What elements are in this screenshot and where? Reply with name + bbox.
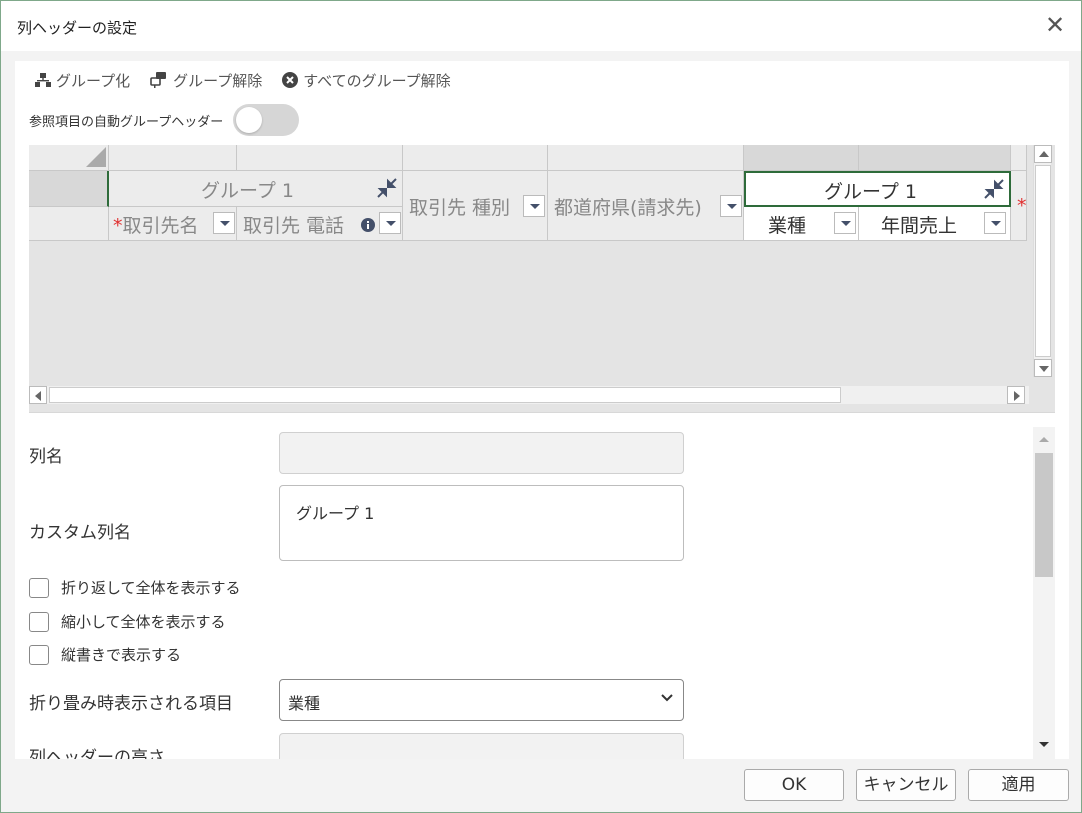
title-bar: 列ヘッダーの設定 ✕ [1, 1, 1081, 51]
scroll-left-button[interactable] [29, 386, 47, 404]
auto-group-label: 参照項目の自動グループヘッダー [29, 114, 224, 130]
column-header-account-phone[interactable]: 取引先 電話 [237, 207, 403, 241]
chevron-down-icon [661, 694, 673, 702]
ungroup-button[interactable]: グループ解除 [150, 70, 262, 91]
group-header-2-label: グループ 1 [824, 181, 917, 203]
clipped-row: 列ヘッダーの高さ [15, 733, 1033, 759]
close-button[interactable]: ✕ [1043, 13, 1067, 37]
column-header-account-name[interactable]: *取引先名 [109, 207, 237, 241]
apply-button[interactable]: 適用 [968, 769, 1069, 801]
wrap-label: 折り返して全体を表示する [61, 579, 241, 597]
header-height-field[interactable] [279, 733, 684, 759]
dialog-window: 列ヘッダーの設定 ✕ グループ化 グループ解除 すべてのグループ解除 参照項目の… [0, 0, 1082, 813]
column-name-label: 列名 [29, 447, 63, 467]
ungroup-all-label: すべてのグループ解除 [303, 71, 451, 90]
shrink-checkbox-row[interactable]: 縮小して全体を表示する [29, 611, 226, 632]
group-header-2-selected[interactable]: グループ 1 [744, 171, 1011, 207]
column-dropdown[interactable] [213, 212, 235, 234]
column-dropdown[interactable] [834, 212, 856, 234]
grid-vertical-scrollbar[interactable] [1033, 145, 1052, 377]
ungroup-label: グループ解除 [173, 71, 263, 90]
custom-name-label: カスタム列名 [29, 523, 131, 543]
required-mark: * [1017, 195, 1027, 217]
required-mark: * [113, 215, 123, 237]
column-header-account-type[interactable]: 取引先 種別 [403, 171, 548, 241]
collapsed-item-value: 業種 [288, 694, 321, 713]
column-label: 都道府県(請求先) [554, 197, 702, 219]
auto-group-toggle[interactable] [233, 104, 300, 136]
column-label: 取引先名 [122, 215, 199, 237]
scroll-up-icon[interactable] [1038, 435, 1050, 443]
collapsed-item-select[interactable]: 業種 [279, 679, 684, 721]
header-height-label: 列ヘッダーの高さ [29, 748, 165, 759]
ungroup-all-button[interactable]: すべてのグループ解除 [282, 70, 451, 91]
col-head-cell [109, 145, 237, 171]
group-header-1-label: グループ 1 [201, 180, 294, 202]
column-dropdown[interactable] [523, 195, 545, 217]
col-head-cell [403, 145, 548, 171]
col-head-cell [237, 145, 403, 171]
wrap-checkbox-row[interactable]: 折り返して全体を表示する [29, 577, 241, 598]
shrink-checkbox[interactable] [29, 611, 49, 632]
scroll-right-button[interactable] [1007, 386, 1025, 404]
group-header-1[interactable]: グループ 1 [109, 171, 403, 207]
main-panel: グループ化 グループ解除 すべてのグループ解除 参照項目の自動グループヘッダー [15, 61, 1069, 759]
shrink-label: 縮小して全体を表示する [61, 613, 226, 631]
remove-circle-icon [282, 72, 299, 88]
wrap-checkbox[interactable] [29, 577, 49, 598]
column-dropdown[interactable] [379, 212, 401, 234]
vertical-checkbox[interactable] [29, 644, 49, 665]
info-icon [361, 218, 375, 232]
vertical-label: 縦書きで表示する [61, 646, 182, 664]
dialog-title: 列ヘッダーの設定 [17, 19, 138, 37]
column-name-field [279, 432, 684, 474]
auto-group-row: 参照項目の自動グループヘッダー [29, 104, 300, 136]
ungroup-icon [150, 72, 167, 88]
scroll-down-icon[interactable] [1038, 741, 1050, 749]
scroll-thumb[interactable] [1035, 165, 1051, 357]
column-label: 取引先 電話 [243, 215, 345, 237]
column-header-annual-revenue[interactable]: 年間売上 [859, 207, 1011, 241]
corner-triangle-icon [86, 147, 106, 167]
scroll-down-button[interactable] [1034, 359, 1052, 377]
form-scroll-thumb[interactable] [1035, 453, 1053, 577]
column-header-prefecture[interactable]: 都道府県(請求先) [548, 171, 744, 241]
collapse-icon[interactable] [376, 177, 398, 199]
cancel-button[interactable]: キャンセル [856, 769, 956, 801]
corner-cell [29, 145, 109, 171]
column-dropdown[interactable] [984, 212, 1006, 234]
column-dropdown[interactable] [720, 195, 742, 217]
ok-button[interactable]: OK [744, 769, 844, 801]
form-vertical-scrollbar[interactable] [1033, 427, 1055, 759]
group-button[interactable]: グループ化 [35, 70, 130, 91]
toolbar: グループ化 グループ解除 すべてのグループ解除 [35, 69, 471, 91]
column-header-partial: * [1011, 171, 1027, 241]
column-label: 業種 [768, 215, 807, 237]
collapse-icon[interactable] [983, 178, 1005, 200]
row-head-cell [29, 207, 109, 241]
column-label: 取引先 種別 [409, 197, 511, 219]
column-header-grid: グループ 1 *取引先名 取引先 電話 取引先 種別 都道府県(請求先) グルー… [29, 145, 1055, 413]
group-icon [35, 73, 51, 87]
column-label: 年間売上 [881, 215, 958, 237]
col-head-cell [859, 145, 1011, 171]
toggle-knob [236, 107, 263, 133]
grid-horizontal-scrollbar[interactable] [29, 386, 1029, 404]
group-label: グループ化 [56, 71, 131, 90]
scroll-thumb[interactable] [49, 387, 841, 403]
row-head-cell [29, 171, 109, 207]
vertical-checkbox-row[interactable]: 縦書きで表示する [29, 644, 181, 665]
col-head-cell [548, 145, 744, 171]
custom-name-textarea[interactable]: グループ 1 [279, 485, 684, 561]
col-head-cell [1011, 145, 1027, 171]
column-header-industry[interactable]: 業種 [744, 207, 859, 241]
scroll-up-button[interactable] [1034, 145, 1052, 163]
col-head-cell [744, 145, 859, 171]
collapsed-item-label: 折り畳み時表示される項目 [29, 694, 233, 714]
